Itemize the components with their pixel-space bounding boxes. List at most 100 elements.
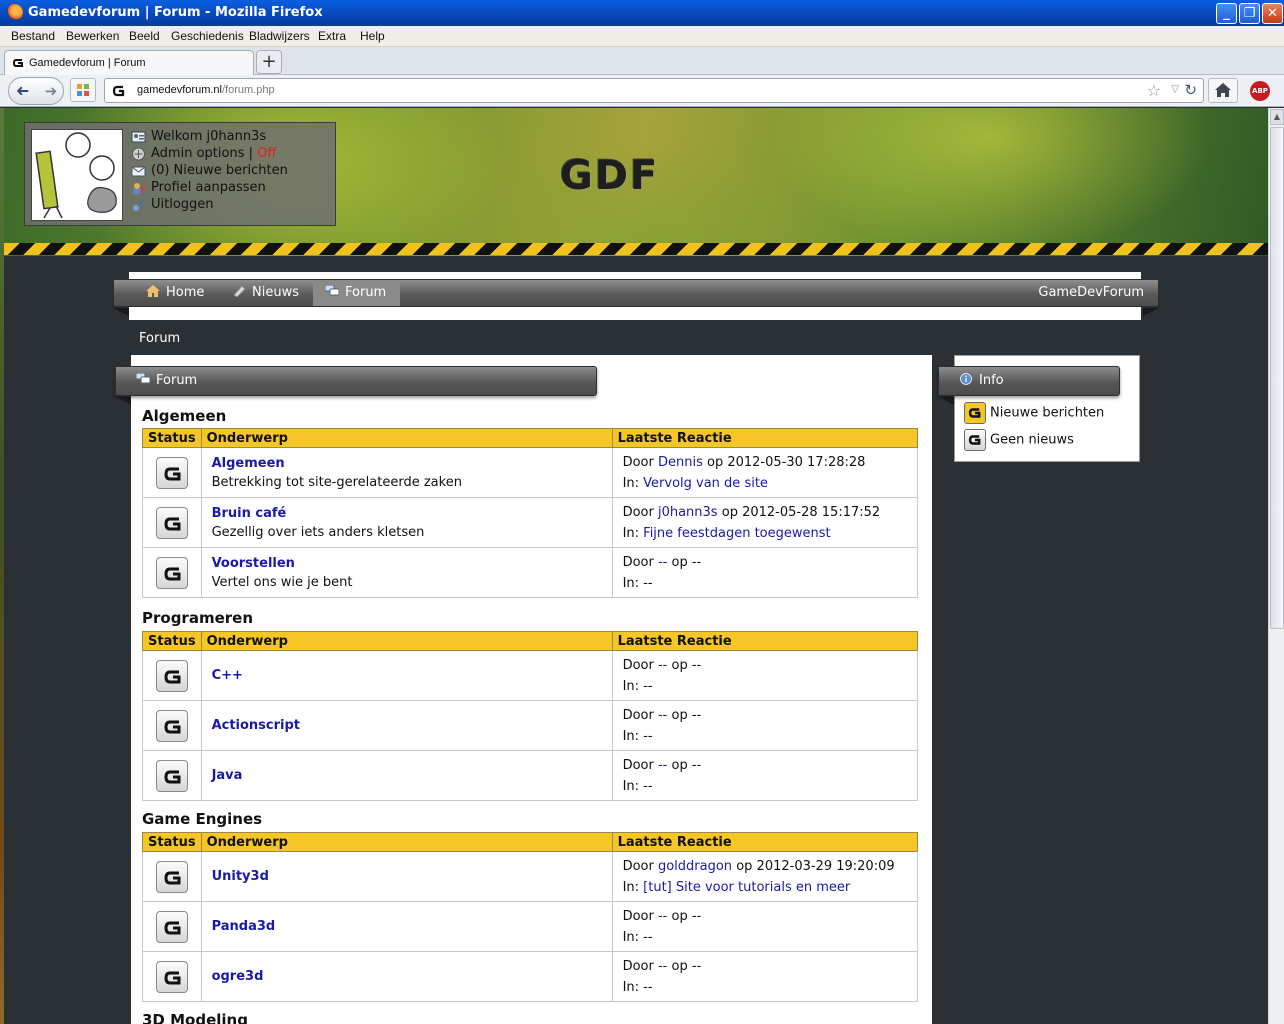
menu-bladwijzers[interactable]: Bladwijzers (249, 29, 310, 43)
home-button[interactable] (1208, 78, 1238, 103)
site-logo[interactable]: GDF (560, 153, 659, 199)
in-label: In: (622, 728, 640, 744)
ribbon-fold (940, 397, 954, 405)
home-icon (1215, 83, 1231, 97)
admin-state-off[interactable]: Off (257, 146, 276, 161)
last-reply-header: Laatste Reactie (611, 832, 919, 852)
forum-description: Vertel ons wie je bent (211, 574, 353, 590)
new-messages-link[interactable]: (0) Nieuwe berichten (151, 163, 288, 178)
menu-beeld[interactable]: Beeld (129, 29, 160, 43)
menu-extra[interactable]: Extra (318, 29, 346, 43)
profile-edit-icon (133, 183, 146, 194)
page-scrollbar[interactable]: ▲ (1268, 108, 1284, 1024)
last-user-link[interactable]: -- (658, 959, 667, 974)
table-row: Panda3d Door -- op -- In: -- (142, 901, 919, 952)
status-cell (142, 901, 202, 952)
last-topic-text: -- (643, 728, 653, 744)
tab-gamedevforum[interactable]: Gamedevforum | Forum (4, 50, 254, 76)
address-bar[interactable]: gamedevforum.nl/forum.php ☆ ▽ ↻ (104, 78, 1204, 103)
on-label: op (721, 504, 738, 520)
topic-cell: Actionscript (200, 700, 613, 751)
last-topic-link[interactable]: [tut] Site voor tutorials en meer (643, 880, 850, 895)
nav-nieuws[interactable]: Nieuws (220, 280, 313, 306)
menu-help[interactable]: Help (360, 29, 385, 43)
forum-link[interactable]: ogre3d (212, 969, 602, 984)
status-cell (142, 951, 202, 1002)
last-topic-link[interactable]: Fijne feestdagen toegewenst (643, 526, 830, 541)
category-title: Game Engines (142, 810, 263, 828)
status-cell (142, 497, 202, 548)
last-reply-header: Laatste Reactie (611, 428, 919, 448)
restore-button[interactable]: ❐ (1239, 3, 1260, 24)
back-button[interactable]: ➜ (10, 79, 36, 103)
admin-separator: | (244, 146, 258, 161)
last-user-link[interactable]: -- (658, 708, 667, 723)
chat-bubbles-icon (325, 285, 339, 296)
admin-icon (132, 147, 145, 161)
last-user-link[interactable]: -- (658, 909, 667, 924)
category-title: Programeren (142, 609, 254, 627)
minimize-button[interactable]: _ (1216, 3, 1237, 24)
forum-link[interactable]: C++ (212, 668, 602, 683)
topic-cell: Algemeen Betrekking tot site-gerelateerde… (200, 447, 613, 498)
forward-button[interactable]: ➜ (40, 79, 62, 103)
logout-row: Uitloggen (131, 197, 288, 214)
forum-link[interactable]: Actionscript (212, 718, 602, 733)
bookmark-star-icon[interactable]: ☆ (1147, 81, 1161, 100)
in-label: In: (622, 475, 640, 491)
logout-link[interactable]: Uitloggen (151, 197, 214, 212)
forum-table: Status Onderwerp Laatste Reactie Unity3d… (142, 832, 919, 1002)
forum-link[interactable]: Java (212, 768, 602, 783)
last-user-link[interactable]: -- (658, 658, 667, 673)
last-user-link[interactable]: Dennis (658, 455, 703, 470)
close-button[interactable]: ✕ (1262, 3, 1283, 24)
nav-forum[interactable]: Forum (313, 280, 401, 306)
url-path: /forum.php (222, 84, 275, 96)
last-user-link[interactable]: -- (658, 758, 667, 773)
history-dropdown-icon[interactable]: ▽ (1171, 84, 1179, 95)
nav-home[interactable]: Home (134, 280, 218, 306)
apps-grid-icon (77, 84, 89, 96)
in-label: In: (622, 979, 640, 995)
menu-bestand[interactable]: Bestand (11, 29, 55, 43)
menu-geschiedenis[interactable]: Geschiedenis (171, 29, 244, 43)
last-user-link[interactable]: golddragon (658, 859, 732, 874)
scroll-up-icon[interactable]: ▲ (1270, 109, 1284, 125)
last-date: -- (691, 908, 702, 924)
no-news-icon (155, 506, 188, 539)
site-name: GameDevForum (1038, 285, 1144, 300)
last-reply-cell: Door -- op -- In: -- (611, 750, 919, 801)
avatar (31, 129, 123, 221)
last-date: 2012-05-28 15:17:52 (742, 504, 881, 520)
forum-link[interactable]: Bruin café (212, 506, 602, 521)
by-label: Door (622, 657, 654, 673)
last-reply-cell: Door -- op -- In: -- (611, 951, 919, 1002)
nav-home-label: Home (166, 285, 205, 300)
apps-button[interactable] (70, 78, 96, 102)
new-tab-button[interactable]: + (256, 50, 282, 74)
last-user-link[interactable]: -- (658, 555, 667, 570)
status-header: Status (142, 428, 202, 448)
menu-bewerken[interactable]: Bewerken (66, 29, 119, 43)
status-cell (142, 547, 202, 598)
forum-link[interactable]: Panda3d (212, 919, 602, 934)
no-news-icon (155, 910, 188, 943)
by-label: Door (622, 958, 654, 974)
reload-icon[interactable]: ↻ (1184, 81, 1197, 99)
profile-edit-link[interactable]: Profiel aanpassen (151, 180, 266, 195)
tab-bar: Gamedevforum | Forum + (0, 47, 1284, 76)
forum-link[interactable]: Voorstellen (212, 556, 602, 571)
no-news-icon (155, 860, 188, 893)
legend-new-posts: Nieuwe berichten (964, 402, 1104, 424)
forum-link[interactable]: Algemeen (212, 456, 602, 471)
admin-options-link[interactable]: Admin options (151, 146, 244, 161)
newspaper-icon (233, 285, 246, 297)
forum-link[interactable]: Unity3d (212, 869, 602, 884)
scrollbar-thumb[interactable] (1270, 127, 1284, 629)
adblock-icon[interactable]: ABP (1250, 81, 1270, 101)
last-topic-link[interactable]: Vervolg van de site (643, 476, 768, 491)
last-user-link[interactable]: j0hann3s (658, 505, 718, 520)
table-row: ogre3d Door -- op -- In: -- (142, 951, 919, 1002)
last-reply-cell: Door Dennis op 2012-05-30 17:28:28 In: Ve… (611, 447, 919, 498)
breadcrumb[interactable]: Forum (139, 331, 180, 346)
